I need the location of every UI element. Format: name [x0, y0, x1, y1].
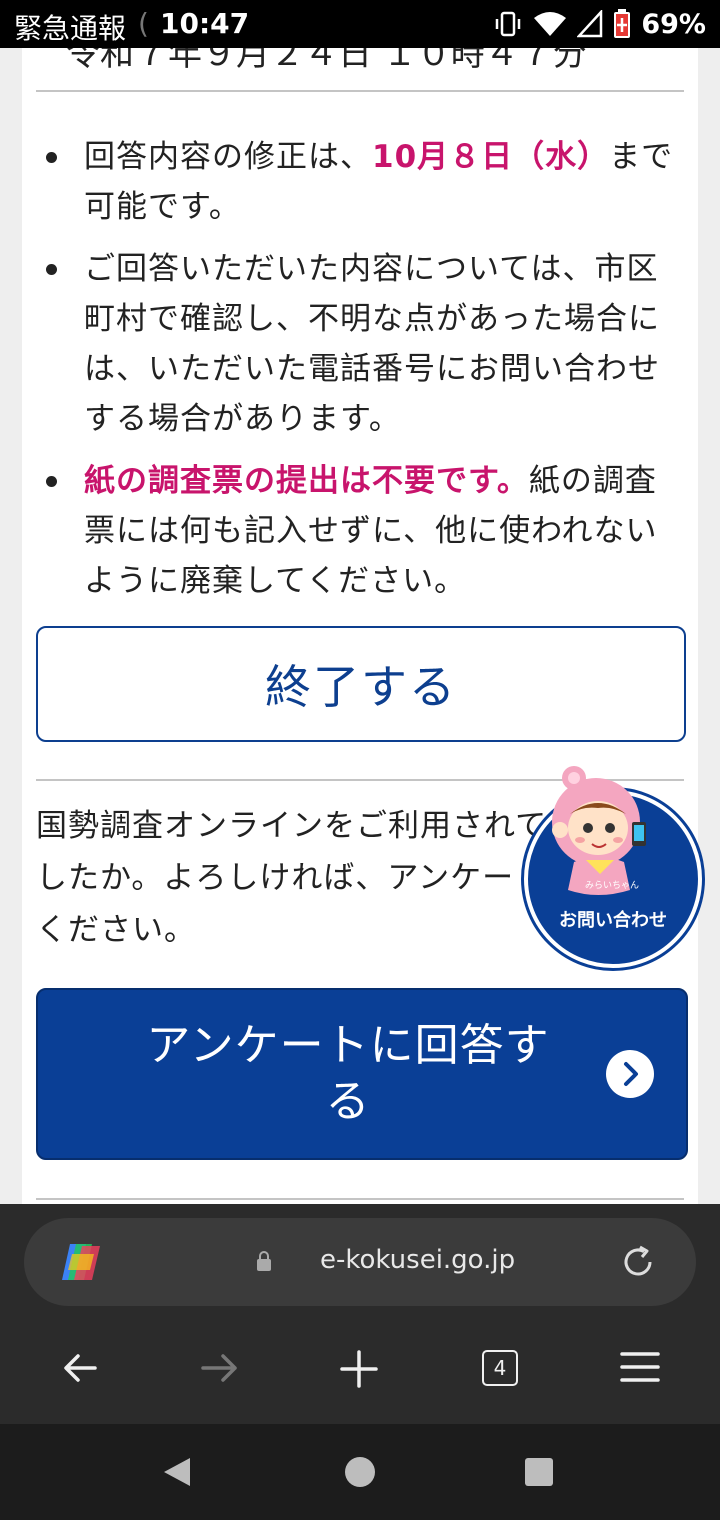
menu-icon[interactable]	[620, 1350, 660, 1384]
browser-bar: e-kokusei.go.jp 4	[0, 1204, 720, 1424]
tab-count: 4	[493, 1356, 507, 1380]
deadline-highlight: 10月８日（水）	[372, 139, 610, 175]
address-bar[interactable]: e-kokusei.go.jp	[24, 1218, 696, 1306]
mascot-name: みらいちゃん	[585, 880, 639, 891]
end-button[interactable]: 終了する	[36, 626, 686, 742]
notes-list: 回答内容の修正は、10月８日（水）まで可能です。 ご回答いただいた内容については…	[36, 132, 684, 618]
new-tab-icon[interactable]	[340, 1350, 378, 1388]
survey-button[interactable]: アンケートに回答する	[36, 988, 688, 1160]
battery-percent: 69%	[641, 8, 706, 40]
clock: 10:47	[160, 7, 250, 40]
vibrate-icon	[496, 11, 521, 37]
status-bar: 緊急通報 ( 10:47 69%	[0, 0, 720, 48]
list-item: ご回答いただいた内容については、市区町村で確認し、不明な点があった場合には、いた…	[36, 244, 684, 444]
web-page: 令和７年９月２４日 １０時４７分 回答内容の修正は、10月８日（水）まで可能です…	[22, 48, 698, 1204]
divider	[36, 1198, 684, 1200]
list-item: 紙の調査票の提出は不要です。紙の調査票には何も記入せずに、他に使われないように廃…	[36, 456, 684, 606]
list-item: 回答内容の修正は、10月８日（水）まで可能です。	[36, 132, 684, 232]
mascot-icon: みらいちゃん	[552, 766, 646, 895]
chevron-right-icon	[606, 1050, 654, 1098]
contact-label: お問い合わせ	[559, 910, 667, 931]
survey-button-label: アンケートに回答する	[146, 1020, 550, 1127]
completion-datetime: 令和７年９月２４日 １０時４７分	[66, 48, 587, 74]
wifi-icon	[534, 12, 567, 36]
nav-recents-icon[interactable]	[524, 1457, 554, 1487]
divider	[36, 90, 684, 92]
reload-icon[interactable]	[620, 1244, 656, 1280]
back-icon[interactable]	[62, 1350, 98, 1386]
paper-form-highlight: 紙の調査票の提出は不要です。	[84, 463, 529, 499]
tabs-button[interactable]: 4	[482, 1350, 518, 1386]
carrier-label: 緊急通報	[14, 12, 127, 45]
copilot-icon[interactable]	[58, 1240, 104, 1284]
system-nav-bar	[0, 1424, 720, 1520]
battery-charging-icon	[614, 9, 631, 38]
url-text: e-kokusei.go.jp	[320, 1245, 516, 1275]
nav-home-icon[interactable]	[344, 1456, 376, 1488]
nav-back-icon[interactable]	[162, 1456, 192, 1488]
carrier-fade: (	[138, 7, 149, 40]
signal-icon	[577, 10, 603, 38]
lock-icon	[257, 1251, 271, 1271]
forward-icon[interactable]	[200, 1350, 240, 1386]
